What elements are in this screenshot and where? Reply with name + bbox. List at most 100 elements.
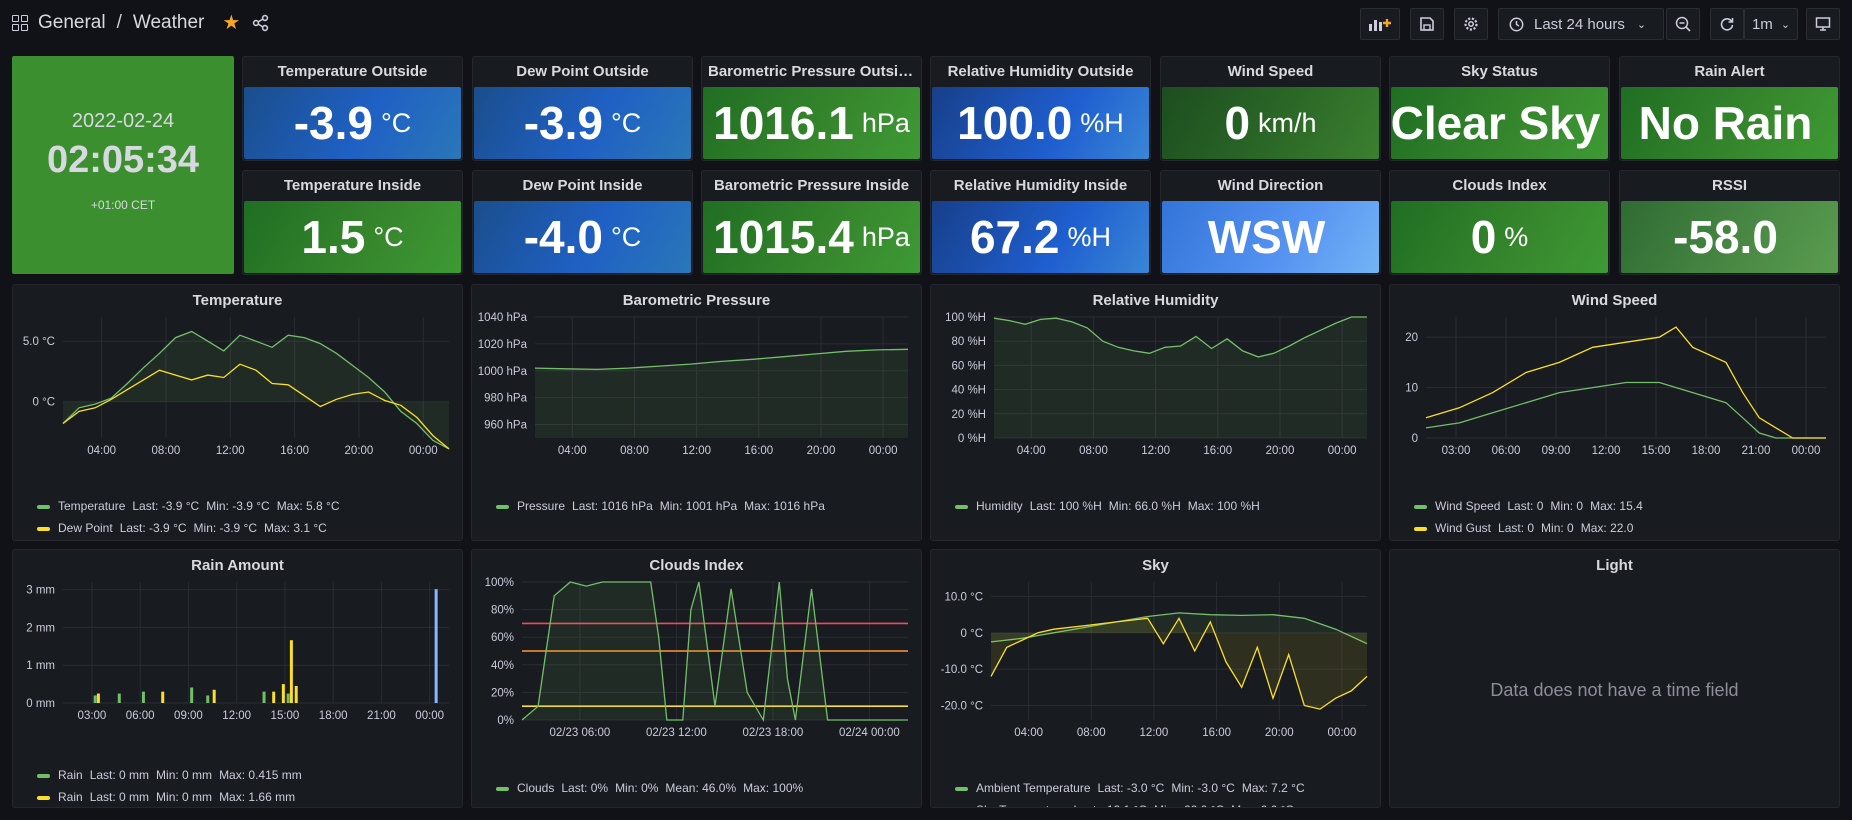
y-tick-label: 20% [491, 687, 514, 699]
legend-last: Last: -3.9 °C [119, 521, 187, 535]
legend-swatch [955, 786, 968, 791]
x-tick-label: 09:00 [1542, 445, 1571, 457]
breadcrumb: General / Weather ★ [12, 10, 270, 35]
breadcrumb-separator: / [116, 11, 122, 33]
legend-item[interactable]: Temperature Last: -3.9 °C Min: -3.9 °C Max:… [37, 499, 340, 513]
star-icon[interactable]: ★ [222, 10, 240, 35]
legend-item[interactable]: Wind Gust Last: 0 Min: 0 Max: 22.0 [1414, 521, 1633, 535]
save-button[interactable] [1410, 8, 1444, 40]
y-tick-label: 0 %H [958, 433, 986, 445]
legend-item[interactable]: Clouds Last: 0% Min: 0% Mean: 46.0% Max: 100… [496, 781, 803, 795]
top-bar: General / Weather ★ Last 24 hours ⌄ 1m ⌄ [0, 0, 1852, 48]
stat-value-box: No Rain [1621, 87, 1838, 159]
y-tick-label: 0 °C [961, 628, 984, 640]
x-tick-label: 12:00 [682, 445, 711, 457]
stat-title: Relative Humidity Outside [947, 63, 1134, 80]
legend-item[interactable]: Ambient Temperature Last: -3.0 °C Min: -3.… [955, 781, 1305, 795]
stat-panel: Temperature Inside 1.5 °C [242, 170, 463, 275]
rain-bar [93, 695, 97, 703]
y-tick-label: 60 %H [951, 360, 986, 372]
refresh-interval-picker[interactable]: 1m ⌄ [1744, 8, 1798, 40]
x-tick-label: 21:00 [367, 710, 396, 722]
stat-value: -4.0 [523, 211, 603, 263]
x-tick-label: 21:00 [1742, 445, 1771, 457]
legend-min: Min: 0 [1550, 499, 1584, 513]
stat-value-box: 0 km/h [1162, 87, 1379, 159]
legend-item[interactable]: Rain Last: 0 mm Min: 0 mm Max: 1.66 mm [37, 790, 295, 804]
stat-panel: Wind Direction WSW [1160, 170, 1381, 275]
stat-title: Dew Point Inside [522, 177, 643, 194]
legend-max: Max: 7.2 °C [1241, 781, 1305, 795]
zoom-out-button[interactable] [1666, 8, 1700, 40]
stat-value: 1015.4 [713, 211, 854, 263]
share-icon[interactable] [252, 14, 270, 32]
breadcrumb-dashboard[interactable]: Weather [133, 12, 204, 34]
legend-item[interactable]: Sky Temperature Last: -12.1 °C Min: -22.0 … [955, 803, 1294, 807]
refresh-button[interactable] [1710, 8, 1744, 40]
x-tick-label: 16:00 [1202, 727, 1231, 739]
y-tick-label: 100 %H [945, 312, 986, 324]
legend-last: Last: 0 mm [89, 768, 150, 782]
x-tick-label: 04:00 [1014, 727, 1043, 739]
legend-min: Min: 0 [1541, 521, 1574, 535]
x-tick-label: 20:00 [345, 445, 374, 457]
legend-item[interactable]: Rain Last: 0 mm Min: 0 mm Max: 0.415 mm [37, 768, 302, 782]
legend-series-name: Humidity [976, 499, 1023, 513]
stat-panel: Dew Point Inside -4.0 °C [472, 170, 693, 275]
stat-value: -3.9 [523, 97, 603, 149]
stat-title: Barometric Pressure Inside [713, 177, 910, 194]
time-range-picker[interactable]: Last 24 hours ⌄ [1498, 8, 1664, 40]
y-tick-label: 20 [1405, 332, 1418, 344]
rain-bar [206, 695, 210, 703]
monitor-icon [1815, 17, 1831, 31]
x-tick-label: 08:00 [620, 445, 649, 457]
settings-button[interactable] [1454, 8, 1488, 40]
y-tick-label: -10.0 °C [941, 664, 983, 676]
rain-bar [281, 684, 285, 703]
legend-series-name: Wind Speed [1435, 499, 1501, 513]
tv-mode-button[interactable] [1806, 8, 1840, 40]
temperature-chart: 04:00 08:00 12:00 16:00 20:00 00:00 5.0 °C 0 °C [23, 317, 450, 457]
stat-unit: %H [1080, 107, 1124, 138]
stat-panel: RSSI -58.0 [1619, 170, 1840, 275]
legend-item[interactable]: Dew Point Last: -3.9 °C Min: -3.9 °C Max: 3… [37, 521, 327, 535]
x-tick-label: 00:00 [1328, 445, 1357, 457]
legend-item[interactable]: Humidity Last: 100 %H Min: 66.0 %H Max: 100… [955, 499, 1260, 513]
rain-bar [262, 691, 266, 703]
legend-last: Last: -3.9 °C [132, 499, 200, 513]
clock-date: 2022-02-24 [71, 110, 175, 132]
stat-value-box: 1.5 °C [244, 201, 461, 273]
rain-bar [96, 693, 100, 703]
add-panel-icon [1369, 19, 1391, 31]
clock-timezone: +01:00 CET [90, 198, 156, 212]
legend-item[interactable]: Pressure Last: 1016 hPa Min: 1001 hPa Max: … [496, 499, 825, 513]
y-tick-label: 1000 hPa [478, 366, 528, 378]
stat-value-box: WSW [1162, 201, 1379, 273]
x-tick-label: 02/24 00:00 [839, 727, 900, 739]
pressure-chart: 04:00 08:00 12:00 16:00 20:00 00:00 1040 hPa 10… [478, 312, 909, 457]
legend-max: Max: 100% [743, 781, 804, 795]
x-tick-label: 04:00 [1017, 445, 1046, 457]
legend-series-name: Temperature [58, 499, 126, 513]
stat-panel: Dew Point Outside -3.9 °C [472, 56, 693, 161]
stat-panel: Clouds Index 0 % [1389, 170, 1610, 275]
dashboards-icon[interactable] [12, 14, 28, 31]
breadcrumb-folder[interactable]: General [38, 12, 106, 34]
legend-item[interactable]: Wind Speed Last: 0 Min: 0 Max: 15.4 [1414, 499, 1643, 513]
legend-series-name: Rain [58, 790, 83, 804]
legend-swatch [1414, 504, 1427, 509]
zoom-out-icon [1675, 16, 1691, 32]
stat-value: No Rain [1638, 97, 1813, 149]
x-tick-label: 16:00 [1203, 445, 1232, 457]
stat-value: 100.0 [957, 97, 1073, 149]
save-icon [1420, 17, 1434, 31]
rain-bar [272, 691, 276, 703]
series-fill [535, 349, 908, 438]
rain-bar [117, 693, 121, 703]
y-tick-label: 0% [497, 715, 514, 727]
add-panel-button[interactable] [1360, 8, 1400, 40]
chevron-down-icon: ⌄ [1636, 18, 1647, 31]
panel-title: Light [1596, 557, 1633, 574]
x-tick-label: 12:00 [216, 445, 245, 457]
stat-unit: %H [1067, 221, 1112, 252]
